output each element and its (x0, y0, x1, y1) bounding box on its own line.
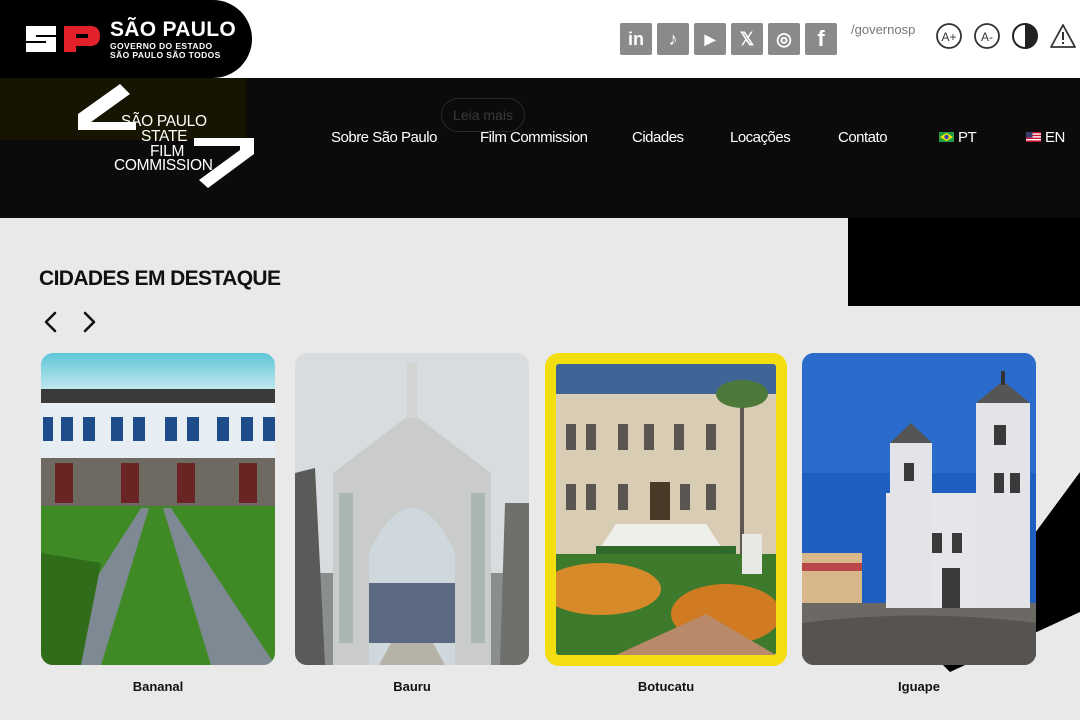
brazil-flag-icon (939, 132, 954, 143)
lang-en-label: EN (1045, 129, 1065, 146)
site-header: Leia mais SÃO PAULO STATE FILM COMMISSIO… (0, 78, 1080, 218)
p-letter-icon (64, 26, 100, 52)
linkedin-icon[interactable]: in (620, 23, 652, 55)
x-icon[interactable]: 𝕏 (731, 23, 763, 55)
city-card-bananal[interactable] (41, 353, 275, 665)
instagram-icon[interactable]: ◎ (768, 23, 800, 55)
read-more-button[interactable]: Leia mais (441, 98, 525, 132)
facebook-icon[interactable]: f (805, 23, 837, 55)
contrast-button[interactable] (1011, 22, 1039, 50)
featured-cities-title: CIDADES EM DESTAQUE (39, 267, 281, 290)
city-card-bauru[interactable] (295, 353, 529, 665)
lang-en-link[interactable]: EN (1026, 129, 1065, 146)
gov-social-handle: /governosp (851, 22, 916, 37)
lang-pt-label: PT (958, 129, 977, 146)
font-decrease-icon: A- (974, 23, 1000, 49)
decorative-black-block (848, 218, 1080, 306)
city-card-iguape[interactable] (802, 353, 1036, 665)
sp-logo-mark (22, 22, 102, 56)
main-nav: Sobre São Paulo Film Commission Cidades … (0, 129, 1080, 149)
warning-icon (1050, 24, 1076, 48)
city-label-bananal: Bananal (132, 679, 184, 694)
iguape-photo (802, 353, 1036, 665)
decrease-font-button[interactable]: A- (973, 22, 1001, 50)
gov-name: SÃO PAULO (110, 17, 236, 41)
youtube-icon[interactable]: ▶ (694, 23, 726, 55)
city-label-iguape: Iguape (898, 679, 940, 694)
tiktok-icon[interactable]: ♪ (657, 23, 689, 55)
carousel-prev-button[interactable] (40, 310, 62, 334)
nav-contato[interactable]: Contato (838, 129, 888, 146)
accessibility-tools: A+ A- (935, 22, 1077, 50)
governo-sp-logo[interactable]: SÃO PAULO GOVERNO DO ESTADO SÃO PAULO SÃ… (0, 0, 252, 78)
font-decrease-label: A- (981, 30, 993, 44)
font-increase-label: A+ (941, 30, 956, 44)
contrast-icon (1012, 23, 1038, 49)
botucatu-photo (556, 364, 776, 655)
font-increase-icon: A+ (936, 23, 962, 49)
report-button[interactable] (1049, 22, 1077, 50)
s-letter-icon (26, 26, 56, 52)
social-links: in ♪ ▶ 𝕏 ◎ f (620, 23, 837, 55)
bauru-photo (295, 353, 529, 665)
gov-subtitle: GOVERNO DO ESTADO (110, 40, 213, 51)
government-bar: SÃO PAULO GOVERNO DO ESTADO SÃO PAULO SÃ… (0, 0, 1080, 78)
usa-flag-icon (1026, 132, 1041, 143)
city-label-botucatu: Botucatu (637, 679, 695, 694)
city-label-bauru: Bauru (393, 679, 431, 694)
logo-line-4: COMMISSION (114, 157, 213, 174)
nav-sobre-sao-paulo[interactable]: Sobre São Paulo (331, 129, 437, 146)
increase-font-button[interactable]: A+ (935, 22, 963, 50)
gov-slogan: SÃO PAULO SÃO TODOS (110, 50, 221, 60)
carousel-next-button[interactable] (78, 310, 100, 334)
lang-pt-link[interactable]: PT (939, 129, 977, 146)
city-card-botucatu[interactable] (545, 353, 787, 666)
bananal-photo (41, 353, 275, 665)
nav-film-commission[interactable]: Film Commission (480, 129, 588, 146)
nav-cidades[interactable]: Cidades (632, 129, 684, 146)
nav-locacoes[interactable]: Locações (730, 129, 791, 146)
